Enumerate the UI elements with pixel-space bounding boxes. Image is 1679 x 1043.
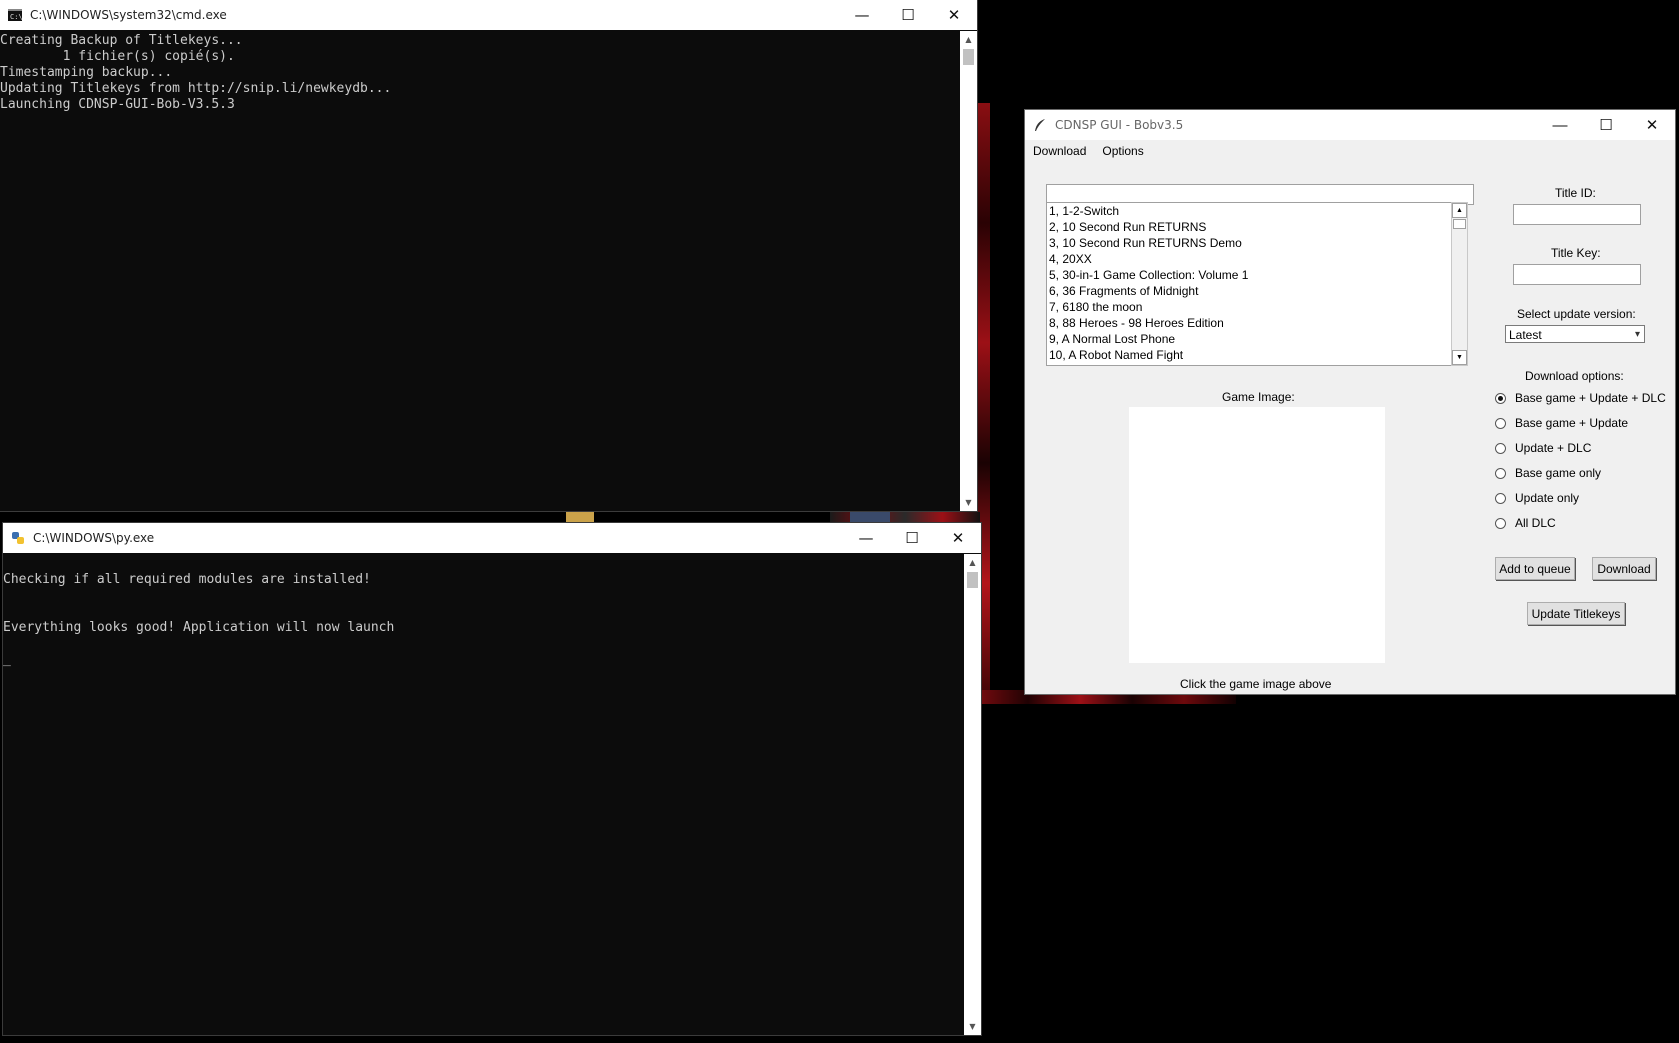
cmd-titlebar[interactable]: C:\ C:\WINDOWS\system32\cmd.exe — ☐ ✕ bbox=[0, 0, 977, 30]
radio-icon[interactable] bbox=[1495, 392, 1506, 404]
list-item[interactable]: 4, 20XX bbox=[1047, 251, 1451, 267]
radio-icon[interactable] bbox=[1495, 517, 1506, 529]
option-label: Base game + Update bbox=[1515, 416, 1629, 430]
update-titlekeys-button[interactable]: Update Titlekeys bbox=[1527, 602, 1625, 625]
list-item[interactable]: 1, 1-2-Switch bbox=[1047, 203, 1451, 219]
option-label: Update only bbox=[1515, 491, 1580, 505]
scroll-down-icon[interactable]: ▼ bbox=[1452, 350, 1467, 365]
option-base-only[interactable]: Base game only bbox=[1495, 466, 1601, 480]
close-button[interactable]: ✕ bbox=[935, 523, 981, 553]
cdnsp-gui-window[interactable]: CDNSP GUI - Bobv3.5 — ☐ ✕ Download Optio… bbox=[1025, 110, 1675, 694]
window-title: C:\WINDOWS\system32\cmd.exe bbox=[30, 8, 227, 22]
option-update-dlc[interactable]: Update + DLC bbox=[1495, 441, 1591, 455]
cmd-window[interactable]: C:\ C:\WINDOWS\system32\cmd.exe — ☐ ✕ Cr… bbox=[0, 0, 977, 511]
menu-download[interactable]: Download bbox=[1025, 144, 1094, 158]
minimize-button[interactable]: — bbox=[839, 0, 885, 30]
title-id-label: Title ID: bbox=[1555, 186, 1596, 200]
option-all-dlc[interactable]: All DLC bbox=[1495, 516, 1556, 530]
option-label: Base game + Update + DLC bbox=[1515, 391, 1666, 405]
close-button[interactable]: ✕ bbox=[931, 0, 977, 30]
list-item[interactable]: 3, 10 Second Run RETURNS Demo bbox=[1047, 235, 1451, 251]
cmd-icon: C:\ bbox=[8, 9, 22, 21]
console-output: Creating Backup of Titlekeys... 1 fichie… bbox=[0, 33, 392, 112]
maximize-button[interactable]: ☐ bbox=[885, 0, 931, 30]
option-base-update-dlc[interactable]: Base game + Update + DLC bbox=[1495, 391, 1666, 405]
vertical-scrollbar[interactable]: ▲ ▼ bbox=[964, 554, 981, 1035]
scroll-up-icon[interactable]: ▲ bbox=[1452, 203, 1467, 218]
list-item[interactable]: 5, 30-in-1 Game Collection: Volume 1 bbox=[1047, 267, 1451, 283]
radio-icon[interactable] bbox=[1495, 492, 1506, 504]
maximize-button[interactable]: ☐ bbox=[889, 523, 935, 553]
list-item[interactable]: 10, A Robot Named Fight bbox=[1047, 347, 1451, 363]
window-title: CDNSP GUI - Bobv3.5 bbox=[1055, 118, 1184, 132]
game-image-hint: Click the game image above bbox=[1180, 677, 1332, 691]
title-key-label: Title Key: bbox=[1551, 246, 1601, 260]
scroll-down-icon[interactable]: ▼ bbox=[960, 494, 977, 511]
py-titlebar[interactable]: C:\WINDOWS\py.exe — ☐ ✕ bbox=[3, 523, 981, 553]
option-label: Update + DLC bbox=[1515, 441, 1592, 455]
scroll-up-icon[interactable]: ▲ bbox=[964, 554, 981, 571]
list-item[interactable]: 6, 36 Fragments of Midnight bbox=[1047, 283, 1451, 299]
update-version-value: Latest bbox=[1509, 328, 1542, 342]
add-to-queue-button[interactable]: Add to queue bbox=[1495, 557, 1575, 580]
python-icon bbox=[12, 532, 24, 544]
game-image[interactable] bbox=[1129, 407, 1385, 663]
close-button[interactable]: ✕ bbox=[1629, 110, 1675, 140]
list-scrollbar[interactable]: ▲ ▼ bbox=[1451, 202, 1468, 366]
window-title: C:\WINDOWS\py.exe bbox=[33, 531, 155, 545]
scroll-up-icon[interactable]: ▲ bbox=[960, 31, 977, 48]
vertical-scrollbar[interactable]: ▲ ▼ bbox=[960, 31, 977, 511]
option-label: All DLC bbox=[1515, 516, 1556, 530]
console-output: Checking if all required modules are ins… bbox=[3, 572, 395, 667]
minimize-button[interactable]: — bbox=[843, 523, 889, 553]
chevron-down-icon: ▾ bbox=[1634, 329, 1640, 340]
update-version-label: Select update version: bbox=[1517, 307, 1636, 321]
option-label: Base game only bbox=[1515, 466, 1602, 480]
py-window[interactable]: C:\WINDOWS\py.exe — ☐ ✕ Checking if all … bbox=[3, 523, 981, 1035]
option-update-only[interactable]: Update only bbox=[1495, 491, 1579, 505]
gui-titlebar[interactable]: CDNSP GUI - Bobv3.5 — ☐ ✕ bbox=[1025, 110, 1675, 140]
menu-options[interactable]: Options bbox=[1094, 144, 1151, 158]
maximize-button[interactable]: ☐ bbox=[1583, 110, 1629, 140]
radio-icon[interactable] bbox=[1495, 442, 1506, 454]
minimize-button[interactable]: — bbox=[1537, 110, 1583, 140]
scroll-thumb[interactable] bbox=[963, 49, 974, 65]
radio-icon[interactable] bbox=[1495, 417, 1506, 429]
radio-icon[interactable] bbox=[1495, 467, 1506, 479]
scroll-thumb[interactable] bbox=[1453, 219, 1466, 229]
title-key-input[interactable] bbox=[1513, 264, 1641, 285]
list-item[interactable]: 2, 10 Second Run RETURNS bbox=[1047, 219, 1451, 235]
game-image-label: Game Image: bbox=[1222, 390, 1295, 404]
list-item[interactable]: 8, 88 Heroes - 98 Heroes Edition bbox=[1047, 315, 1451, 331]
download-options-label: Download options: bbox=[1525, 369, 1624, 383]
scroll-thumb[interactable] bbox=[967, 572, 978, 588]
download-button[interactable]: Download bbox=[1592, 557, 1656, 580]
game-list[interactable]: 1, 1-2-Switch 2, 10 Second Run RETURNS 3… bbox=[1046, 202, 1452, 366]
list-item[interactable]: 7, 6180 the moon bbox=[1047, 299, 1451, 315]
svg-text:C:\: C:\ bbox=[10, 13, 22, 21]
feather-icon bbox=[1035, 119, 1045, 131]
list-item[interactable]: 9, A Normal Lost Phone bbox=[1047, 331, 1451, 347]
title-id-input[interactable] bbox=[1513, 204, 1641, 225]
option-base-update[interactable]: Base game + Update bbox=[1495, 416, 1628, 430]
update-version-select[interactable]: Latest ▾ bbox=[1505, 325, 1645, 343]
menu-bar: Download Options bbox=[1025, 140, 1675, 162]
scroll-down-icon[interactable]: ▼ bbox=[964, 1018, 981, 1035]
